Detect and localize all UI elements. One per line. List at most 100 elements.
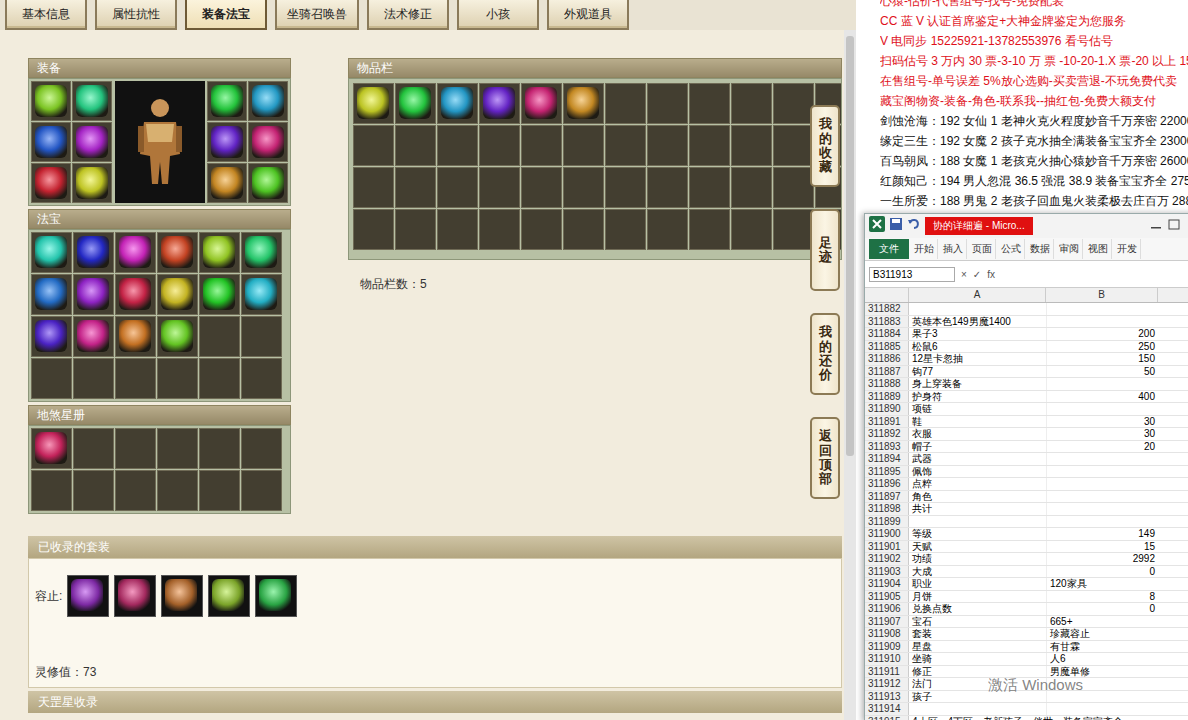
cell-c[interactable] xyxy=(1158,441,1188,453)
cell-b[interactable] xyxy=(1046,403,1158,415)
item-slot[interactable] xyxy=(353,167,394,208)
cell-b[interactable]: 30 xyxy=(1046,428,1158,440)
cell-b[interactable]: 665+ xyxy=(1046,616,1158,628)
item-slot[interactable] xyxy=(115,232,156,273)
cell-c[interactable] xyxy=(1158,391,1188,403)
item-slot[interactable] xyxy=(73,428,114,469)
item-slot[interactable] xyxy=(563,209,604,250)
side-button[interactable]: 我的还价 xyxy=(810,313,840,395)
ribbon-tab[interactable]: 插入 xyxy=(940,239,967,259)
row-number[interactable]: 311905 xyxy=(865,591,909,603)
item-slot[interactable] xyxy=(115,274,156,315)
ribbon-tab[interactable]: 视图 xyxy=(1085,239,1112,259)
row-number[interactable]: 311899 xyxy=(865,516,909,528)
cell-c[interactable] xyxy=(1158,641,1188,653)
cell-c[interactable] xyxy=(1158,653,1188,665)
cell-a[interactable]: 12星卡忽抽 xyxy=(909,353,1046,365)
tab[interactable]: 装备法宝 xyxy=(185,0,267,30)
item-slot[interactable] xyxy=(563,125,604,166)
item-slot[interactable] xyxy=(31,163,71,203)
cell-c[interactable] xyxy=(1158,403,1188,415)
item-slot[interactable] xyxy=(199,274,240,315)
cell-c[interactable] xyxy=(1158,616,1188,628)
cell-a[interactable]: 衣服 xyxy=(909,428,1046,440)
cell-b[interactable]: 149 xyxy=(1046,528,1158,540)
item-slot[interactable] xyxy=(199,428,240,469)
cell-b[interactable] xyxy=(1046,503,1158,515)
item-slot[interactable] xyxy=(248,122,288,162)
item-slot[interactable] xyxy=(521,167,562,208)
item-slot[interactable] xyxy=(115,470,156,511)
item-slot[interactable] xyxy=(395,83,436,124)
item-slot[interactable] xyxy=(207,122,247,162)
cell-b[interactable] xyxy=(1046,303,1158,315)
cell-b[interactable]: 120家具 xyxy=(1046,578,1158,590)
item-slot[interactable] xyxy=(647,125,688,166)
cell-b[interactable] xyxy=(1046,316,1158,328)
item-slot[interactable] xyxy=(157,428,198,469)
cell-c[interactable] xyxy=(1158,691,1188,703)
item-slot[interactable] xyxy=(115,316,156,357)
item-slot[interactable] xyxy=(773,125,814,166)
cell-a[interactable] xyxy=(909,703,1046,715)
cell-a[interactable]: 天赋 xyxy=(909,541,1046,553)
side-button[interactable]: 返回顶部 xyxy=(810,417,840,499)
item-slot[interactable] xyxy=(521,209,562,250)
cell-a[interactable]: 月饼 xyxy=(909,591,1046,603)
item-slot[interactable] xyxy=(73,274,114,315)
row-number[interactable]: 311891 xyxy=(865,416,909,428)
item-slot[interactable] xyxy=(72,163,112,203)
suit-item[interactable] xyxy=(208,575,250,617)
cell-c[interactable] xyxy=(1158,566,1188,578)
cell-c[interactable] xyxy=(1158,553,1188,565)
row-number[interactable]: 311915 xyxy=(865,716,909,720)
item-slot[interactable] xyxy=(479,83,520,124)
cell-a[interactable]: 职业 xyxy=(909,578,1046,590)
item-slot[interactable] xyxy=(241,358,282,399)
formula-button[interactable]: ✓ xyxy=(973,269,981,280)
item-slot[interactable] xyxy=(605,125,646,166)
ribbon-tab[interactable]: 文件 xyxy=(869,239,909,259)
item-slot[interactable] xyxy=(353,209,394,250)
cell-a[interactable]: 大成 xyxy=(909,566,1046,578)
row-number[interactable]: 311882 xyxy=(865,303,909,315)
item-slot[interactable] xyxy=(199,470,240,511)
item-slot[interactable] xyxy=(353,83,394,124)
cell-a[interactable]: 等级 xyxy=(909,528,1046,540)
item-slot[interactable] xyxy=(437,125,478,166)
cell-c[interactable] xyxy=(1158,353,1188,365)
corner-cell[interactable] xyxy=(865,288,909,302)
item-slot[interactable] xyxy=(72,81,112,121)
item-slot[interactable] xyxy=(73,316,114,357)
ribbon-tab[interactable]: 开发 xyxy=(1114,239,1141,259)
item-slot[interactable] xyxy=(605,209,646,250)
item-slot[interactable] xyxy=(157,232,198,273)
cell-a[interactable]: 英雄本色149男魔1400 xyxy=(909,316,1046,328)
cell-c[interactable] xyxy=(1158,341,1188,353)
item-slot[interactable] xyxy=(199,358,240,399)
cell-a[interactable]: 帽子 xyxy=(909,441,1046,453)
cell-a[interactable]: 果子3 xyxy=(909,328,1046,340)
item-slot[interactable] xyxy=(689,125,730,166)
item-slot[interactable] xyxy=(521,83,562,124)
item-slot[interactable] xyxy=(72,122,112,162)
cell-b[interactable]: 男魔单修 xyxy=(1046,666,1158,678)
ribbon-tab[interactable]: 开始 xyxy=(911,239,938,259)
row-number[interactable]: 311906 xyxy=(865,603,909,615)
cell-c[interactable] xyxy=(1158,703,1188,715)
suit-item[interactable] xyxy=(67,575,109,617)
item-slot[interactable] xyxy=(605,83,646,124)
item-slot[interactable] xyxy=(248,163,288,203)
item-slot[interactable] xyxy=(157,358,198,399)
item-slot[interactable] xyxy=(31,274,72,315)
item-slot[interactable] xyxy=(479,167,520,208)
cell-c[interactable] xyxy=(1158,578,1188,590)
item-slot[interactable] xyxy=(207,81,247,121)
row-number[interactable]: 311884 xyxy=(865,328,909,340)
row-number[interactable]: 311907 xyxy=(865,616,909,628)
row-number[interactable]: 311914 xyxy=(865,703,909,715)
item-slot[interactable] xyxy=(689,209,730,250)
item-slot[interactable] xyxy=(647,209,688,250)
item-slot[interactable] xyxy=(437,83,478,124)
row-number[interactable]: 311911 xyxy=(865,666,909,678)
